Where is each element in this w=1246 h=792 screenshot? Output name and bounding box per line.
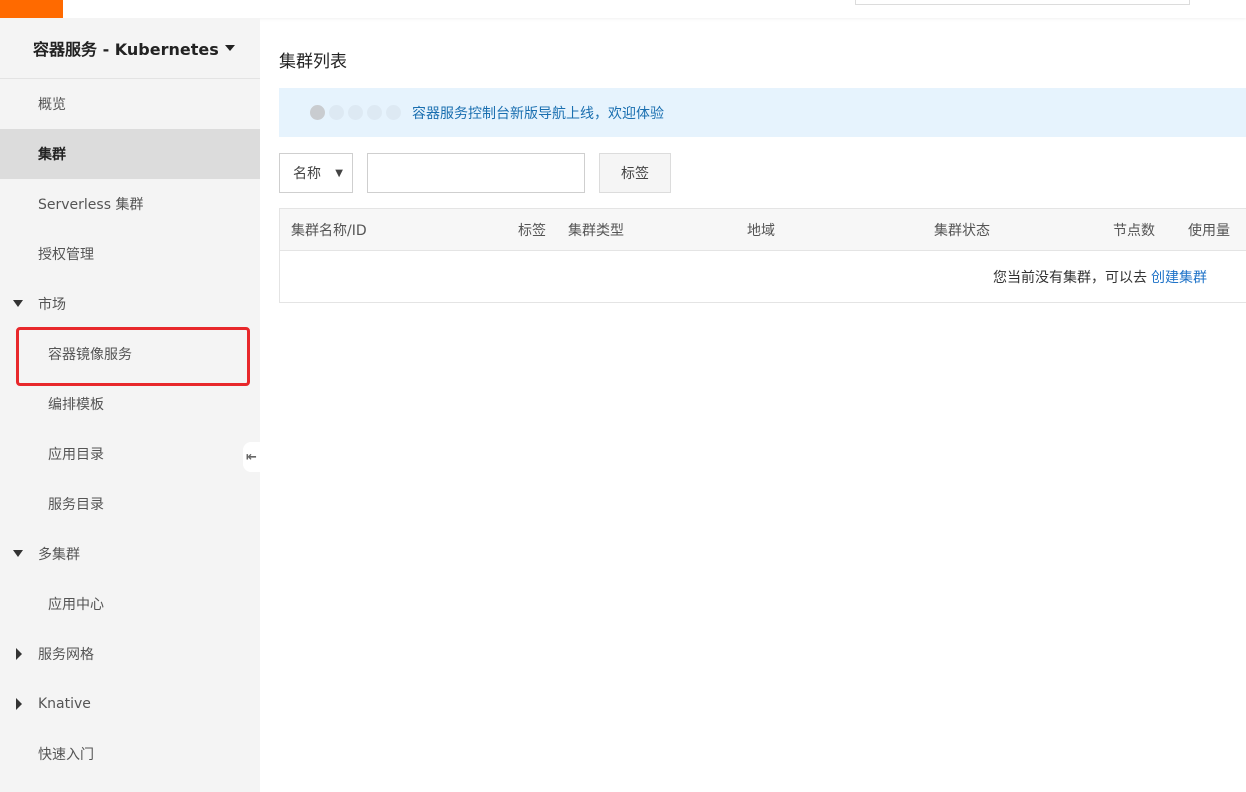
sidebar-item-orchestration-templates[interactable]: 编排模板 [0, 379, 260, 429]
sidebar-item-label: 服务目录 [48, 497, 104, 513]
sidebar-item-label: Serverless 集群 [38, 197, 144, 213]
sidebar-title-label: 容器服务 - Kubernetes [33, 40, 219, 59]
sidebar-group-multi-cluster[interactable]: 多集群 [0, 529, 260, 579]
sidebar-group-service-mesh[interactable]: 服务网格 [0, 629, 260, 679]
caret-down-icon [224, 45, 235, 51]
sidebar-item-label: 容器镜像服务 [48, 347, 132, 363]
top-search-input[interactable] [855, 0, 1190, 5]
sidebar-item-overview[interactable]: 概览 [0, 79, 260, 129]
filter-search-input[interactable] [367, 153, 585, 193]
sidebar-item-label: Knative [38, 696, 91, 712]
collapse-left-icon[interactable]: ⇤ [243, 442, 260, 472]
sidebar-item-serverless-clusters[interactable]: Serverless 集群 [0, 179, 260, 229]
sidebar-item-label: 多集群 [38, 547, 80, 563]
table-empty-row: 您当前没有集群，可以去 创建集群 [280, 251, 1246, 303]
sidebar-item-label: 集群 [38, 147, 66, 163]
table-header: 集群名称/ID 标签 集群类型 地域 集群状态 节点数 使用量 [280, 209, 1246, 251]
sidebar-item-label: 市场 [38, 297, 66, 313]
column-header-cluster-name: 集群名称/ID [291, 223, 367, 239]
sidebar-item-app-catalog[interactable]: 应用目录 [0, 429, 260, 479]
sidebar-group-market[interactable]: 市场 [0, 279, 260, 329]
notice-banner: 容器服务控制台新版导航上线，欢迎体验 [279, 88, 1246, 137]
carousel-dot[interactable] [329, 105, 344, 120]
empty-message: 您当前没有集群，可以去 [993, 270, 1147, 286]
column-header-tags: 标签 [518, 223, 546, 239]
sidebar: 容器服务 - Kubernetes 概览 集群 Serverless 集群 授权… [0, 18, 260, 792]
cluster-table: 集群名称/ID 标签 集群类型 地域 集群状态 节点数 使用量 您当前没有集群，… [279, 208, 1246, 303]
carousel-dot[interactable] [310, 105, 325, 120]
expand-right-icon [16, 648, 22, 660]
notice-link[interactable]: 容器服务控制台新版导航上线，欢迎体验 [412, 103, 664, 123]
page-title: 集群列表 [279, 52, 347, 72]
brand-logo[interactable] [0, 0, 63, 18]
sidebar-item-authorization[interactable]: 授权管理 [0, 229, 260, 279]
sidebar-item-label: 编排模板 [48, 397, 104, 413]
sidebar-item-service-catalog[interactable]: 服务目录 [0, 479, 260, 529]
column-header-usage: 使用量 [1188, 223, 1230, 239]
create-cluster-link[interactable]: 创建集群 [1151, 267, 1207, 287]
sidebar-item-quick-start[interactable]: 快速入门 [0, 729, 260, 779]
sidebar-item-label: 快速入门 [38, 747, 94, 763]
column-header-node-count: 节点数 [1113, 223, 1155, 239]
sidebar-item-container-registry[interactable]: 容器镜像服务 [0, 329, 260, 379]
column-header-region: 地域 [747, 223, 775, 239]
carousel-dot[interactable] [348, 105, 363, 120]
dropdown-arrow-icon: ▼ [335, 168, 343, 179]
sidebar-item-label: 应用目录 [48, 447, 104, 463]
sidebar-item-app-center[interactable]: 应用中心 [0, 579, 260, 629]
expand-down-icon [13, 550, 23, 557]
top-bar [0, 0, 1246, 18]
carousel-dot[interactable] [367, 105, 382, 120]
expand-down-icon [13, 300, 23, 307]
expand-right-icon [16, 698, 22, 710]
sidebar-item-label: 应用中心 [48, 597, 104, 613]
tag-filter-button[interactable]: 标签 [599, 153, 671, 193]
sidebar-item-clusters[interactable]: 集群 [0, 129, 260, 179]
sidebar-item-label: 服务网格 [38, 647, 94, 663]
filter-field-select[interactable]: 名称 ▼ [279, 153, 353, 193]
sidebar-item-label: 授权管理 [38, 247, 94, 263]
column-header-cluster-type: 集群类型 [568, 223, 624, 239]
carousel-dot[interactable] [386, 105, 401, 120]
sidebar-group-knative[interactable]: Knative [0, 679, 260, 729]
filter-select-value: 名称 [293, 166, 321, 182]
sidebar-item-label: 概览 [38, 97, 66, 113]
carousel-dots [310, 105, 405, 120]
sidebar-title[interactable]: 容器服务 - Kubernetes [0, 18, 260, 79]
column-header-cluster-status: 集群状态 [934, 223, 990, 239]
